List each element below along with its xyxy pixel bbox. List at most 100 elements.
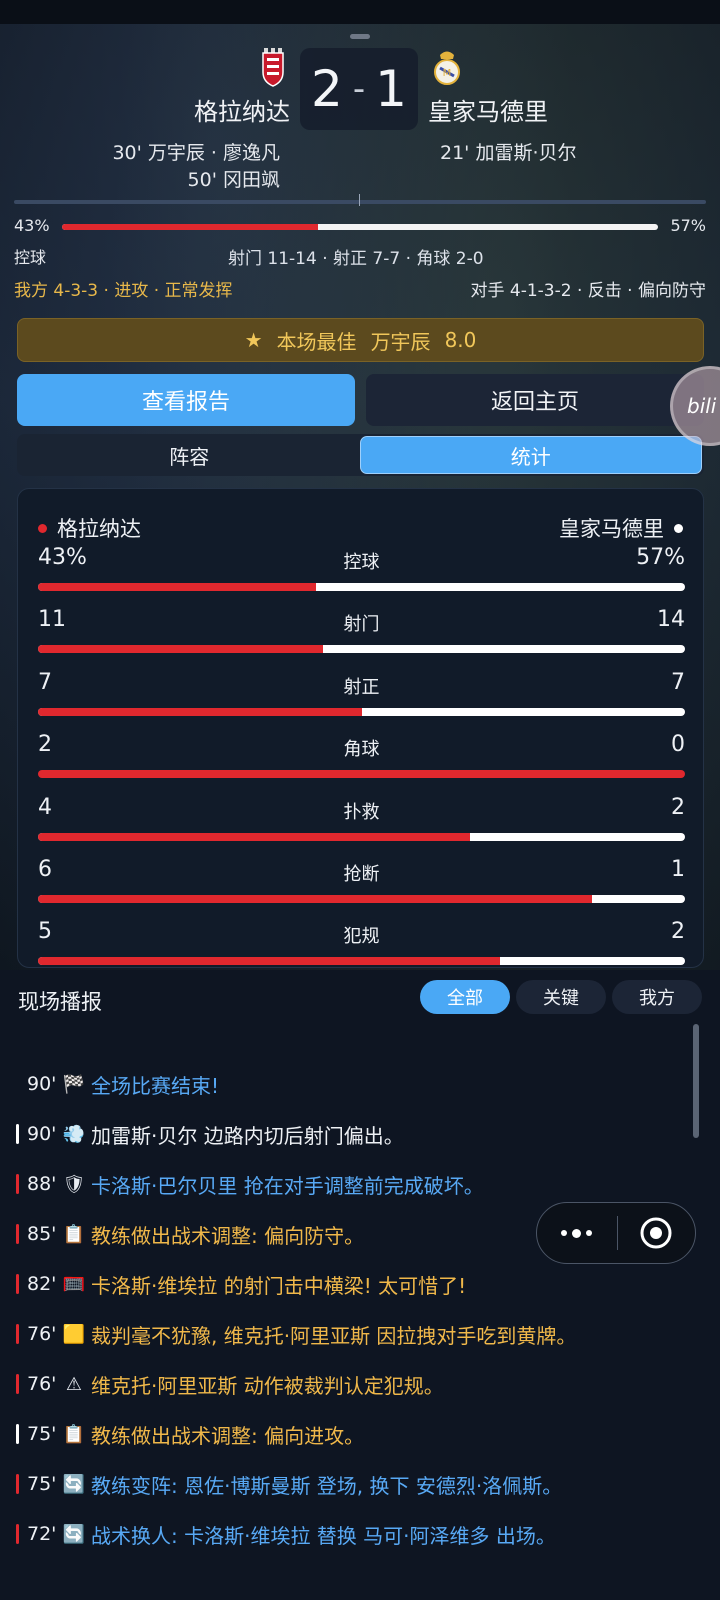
clipboard-icon: 📋 (62, 1423, 86, 1445)
feed-event: 90' 🏁 全场比赛结束! (16, 1066, 706, 1102)
stat-row: 43% 控球 57% (38, 545, 685, 601)
event-text: 战术换人: 卡洛斯·维埃拉 替换 马可·阿泽维多 出场。 (91, 1523, 556, 1548)
feed-title: 现场播报 (18, 990, 102, 1014)
event-text: 裁判毫不犹豫, 维克托·阿里亚斯 因拉拽对手吃到黄牌。 (91, 1323, 577, 1348)
possession-label: 控球 (14, 248, 47, 267)
clipboard-icon: 📋 (62, 1223, 86, 1245)
stat-away-value: 0 (671, 732, 685, 757)
stat-row: 2 角球 0 (38, 732, 685, 788)
stat-bar-fill (38, 833, 470, 841)
stat-name: 抢断 (343, 864, 380, 885)
event-text: 教练做出战术调整: 偏向防守。 (91, 1223, 365, 1248)
event-minute: 76' (27, 1373, 57, 1395)
event-minute: 76' (27, 1323, 57, 1345)
event-text: 全场比赛结束! (91, 1073, 220, 1098)
stat-name: 角球 (343, 739, 380, 760)
granada-crest-icon (262, 48, 284, 87)
stat-name: 射门 (343, 614, 380, 635)
divider (14, 200, 706, 204)
stat-away-value: 1 (671, 857, 685, 882)
event-side-marker (16, 1324, 19, 1344)
event-side-marker (16, 1174, 19, 1194)
stat-row: 5 犯规 2 (38, 919, 685, 967)
stat-bar-fill (38, 583, 317, 591)
event-text: 教练变阵: 恩佐·博斯曼斯 登场, 换下 安德烈·洛佩斯。 (91, 1473, 563, 1498)
event-side-marker (16, 1374, 19, 1394)
substitution-icon: 🔄 (62, 1523, 86, 1545)
feed-event: 82' 🥅 卡洛斯·维埃拉 的射门击中横梁! 太可惜了! (16, 1266, 706, 1302)
home-formation: 我方 4-3-3 · 进攻 · 正常发挥 (14, 281, 233, 301)
yellow-card-icon: 🟨 (62, 1323, 86, 1345)
close-target-icon[interactable] (618, 1216, 696, 1250)
event-minute: 90' (27, 1073, 57, 1095)
stat-away-value: 7 (671, 670, 685, 695)
motm-rating: 8.0 (444, 328, 477, 352)
score-separator: - (352, 69, 366, 109)
stats-home-header: 格拉纳达 (38, 513, 141, 543)
drag-handle[interactable] (350, 34, 370, 39)
event-text: 教练做出战术调整: 偏向进攻。 (91, 1423, 365, 1448)
stats-away-header: 皇家马德里 (559, 513, 683, 543)
feed-event: 88' 🛡 卡洛斯·巴尔贝里 抢在对手调整前完成破坏。 (16, 1166, 706, 1202)
status-bar (0, 0, 720, 24)
home-possession: 43% (14, 216, 50, 235)
home-team-name: 格拉纳达 (194, 98, 290, 126)
goal-frame-icon: 🥅 (62, 1273, 86, 1295)
stat-away-value: 2 (671, 795, 685, 820)
filter-key[interactable]: 关键 (516, 980, 606, 1014)
tab-stats[interactable]: 统计 (359, 436, 702, 474)
stat-bar (38, 770, 685, 778)
stat-name: 扑救 (343, 802, 380, 823)
more-icon[interactable] (537, 1228, 617, 1238)
stats-away-team: 皇家马德里 (559, 517, 664, 541)
filter-mine[interactable]: 我方 (612, 980, 702, 1014)
feed-event: 90' 💨 加雷斯·贝尔 边路内切后射门偏出。 (16, 1116, 706, 1152)
away-team-name: 皇家马德里 (428, 98, 548, 126)
stat-away-value: 14 (657, 607, 685, 632)
event-text: 卡洛斯·巴尔贝里 抢在对手调整前完成破坏。 (91, 1173, 484, 1198)
tab-lineup[interactable]: 阵容 (19, 436, 360, 474)
stat-name: 犯规 (343, 926, 380, 947)
event-minute: 85' (27, 1223, 57, 1245)
stat-bar-fill (38, 895, 593, 903)
svg-text:M: M (443, 68, 452, 79)
shot-icon: 💨 (62, 1123, 86, 1145)
filter-all[interactable]: 全部 (420, 980, 510, 1014)
stat-bar-fill (38, 957, 500, 965)
stats-card: 格拉纳达 皇家马德里 43% 控球 57% 11 射门 14 7 射正 7 2 角球 0 4 扑救 2 6 抢断… (17, 488, 704, 968)
event-side-marker (16, 1424, 19, 1444)
stats-home-team: 格拉纳达 (57, 517, 141, 541)
event-minute: 88' (27, 1173, 57, 1195)
stat-row: 11 射门 14 (38, 607, 685, 663)
stat-name: 控球 (343, 552, 380, 573)
away-formation: 对手 4-1-3-2 · 反击 · 偏向防守 (470, 281, 707, 301)
feed-event: 75' 📋 教练做出战术调整: 偏向进攻。 (16, 1416, 706, 1452)
stat-bar (38, 957, 685, 965)
stat-row: 7 射正 7 (38, 670, 685, 726)
event-side-marker (16, 1224, 19, 1244)
stat-bar (38, 583, 685, 591)
event-side-marker (16, 1524, 19, 1544)
home-scorer-line: 50' 冈田飒 (187, 169, 280, 191)
feed-event: 72' 🔄 战术换人: 卡洛斯·维埃拉 替换 马可·阿泽维多 出场。 (16, 1516, 706, 1552)
event-side-marker (16, 1474, 19, 1494)
possession-bar (62, 224, 658, 230)
stat-away-value: 2 (671, 919, 685, 944)
motm-label: 本场最佳 (276, 329, 357, 354)
away-scorers: 21' 加雷斯·贝尔 (440, 140, 576, 167)
possession-bar-fill (62, 224, 319, 230)
event-side-marker (16, 1124, 19, 1144)
event-minute: 82' (27, 1273, 57, 1295)
feed-filters: 全部 关键 我方 (420, 980, 702, 1014)
back-home-button[interactable]: 返回主页 (366, 374, 704, 426)
view-tabs: 阵容 统计 (17, 434, 704, 476)
stat-bar (38, 645, 685, 653)
event-text: 卡洛斯·维埃拉 的射门击中横梁! 太可惜了! (91, 1273, 467, 1298)
scoreboard: 2 - 1 (300, 48, 418, 130)
event-minute: 75' (27, 1473, 57, 1495)
feed-event: 76' 🟨 裁判毫不犹豫, 维克托·阿里亚斯 因拉拽对手吃到黄牌。 (16, 1316, 706, 1352)
warning-icon: ⚠ (65, 1373, 83, 1395)
event-side-marker (16, 1074, 19, 1094)
stat-away-value: 57% (636, 545, 685, 570)
view-report-button[interactable]: 查看报告 (17, 374, 355, 426)
